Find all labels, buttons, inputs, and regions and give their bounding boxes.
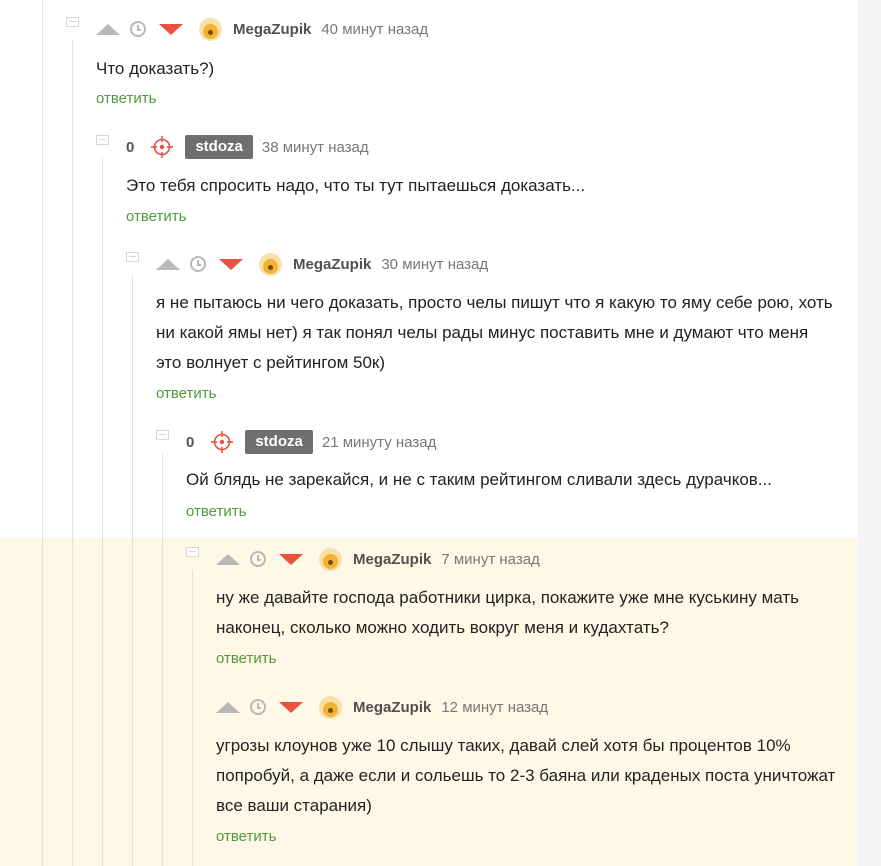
comment-header: MegaZupik 7 минут назад [216,547,540,571]
triangle-down-icon[interactable] [219,258,243,270]
comment-author[interactable]: stdoza [245,430,313,454]
avatar[interactable] [199,17,222,41]
triangle-down-icon[interactable] [279,553,303,565]
comment-header: 0 stdoza 21 минуту назад [186,430,436,454]
comment-author[interactable]: MegaZupik [353,699,431,716]
comment-score: 0 [186,433,195,451]
crosshair-icon [211,431,234,453]
thread-line [102,158,103,866]
comment-header: MegaZupik 40 минут назад [96,17,428,41]
comment-text: угрозы клоунов уже 10 слышу таких, давай… [216,736,836,815]
comment-author[interactable]: MegaZupik [293,256,371,273]
page-scroll-gutter [858,0,881,866]
comment-time[interactable]: 12 минут назад [441,699,548,716]
reply-link[interactable]: ответить [216,828,276,845]
clock-icon [250,551,266,567]
thread-line [192,570,193,866]
thread-line [42,0,43,866]
triangle-up-icon[interactable] [216,553,240,565]
comment-text: Это тебя спросить надо, что ты тут пытае… [126,176,586,195]
comment-text: Что доказать?) [96,59,215,78]
avatar[interactable] [319,695,342,719]
triangle-up-icon[interactable] [96,23,120,35]
comment-time[interactable]: 38 минут назад [262,139,369,156]
reply-link[interactable]: ответить [186,503,246,520]
avatar[interactable] [319,547,342,571]
avatar[interactable] [259,252,282,276]
clock-icon [250,699,266,715]
collapse-thread-button[interactable] [66,17,79,27]
comment-author[interactable]: MegaZupik [353,551,431,568]
comment-score: 0 [126,138,135,156]
thread-line [132,276,133,866]
reply-link[interactable]: ответить [126,208,186,225]
comment-time[interactable]: 21 минуту назад [322,434,436,451]
collapse-thread-button[interactable] [96,135,109,145]
clock-icon [190,256,206,272]
comment-header: MegaZupik 30 минут назад [156,252,488,276]
comment-text: ну же давайте господа работники цирка, п… [216,588,800,637]
triangle-down-icon[interactable] [279,701,303,713]
thread-line [72,40,73,866]
comment-author[interactable]: stdoza [185,135,253,159]
comment-time[interactable]: 40 минут назад [321,21,428,38]
comment-header: MegaZupik 12 минут назад [216,695,548,719]
comment-time[interactable]: 7 минут назад [441,551,539,568]
collapse-thread-button[interactable] [186,547,199,557]
comment-text: Ой блядь не зарекайся, и не с таким рейт… [186,470,772,489]
collapse-thread-button[interactable] [156,430,169,440]
comment-text: я не пытаюсь ни чего доказать, просто че… [156,293,833,372]
triangle-up-icon[interactable] [216,701,240,713]
reply-link[interactable]: ответить [156,385,216,402]
reply-link[interactable]: ответить [216,650,276,667]
crosshair-icon [151,136,174,158]
clock-icon [130,21,146,37]
triangle-down-icon[interactable] [159,23,183,35]
comment-author[interactable]: MegaZupik [233,21,311,38]
comment-header: 0 stdoza 38 минут назад [126,135,369,159]
collapse-thread-button[interactable] [126,252,139,262]
thread-line [162,454,163,866]
triangle-up-icon[interactable] [156,258,180,270]
reply-link[interactable]: ответить [96,90,156,107]
comment-time[interactable]: 30 минут назад [381,256,488,273]
